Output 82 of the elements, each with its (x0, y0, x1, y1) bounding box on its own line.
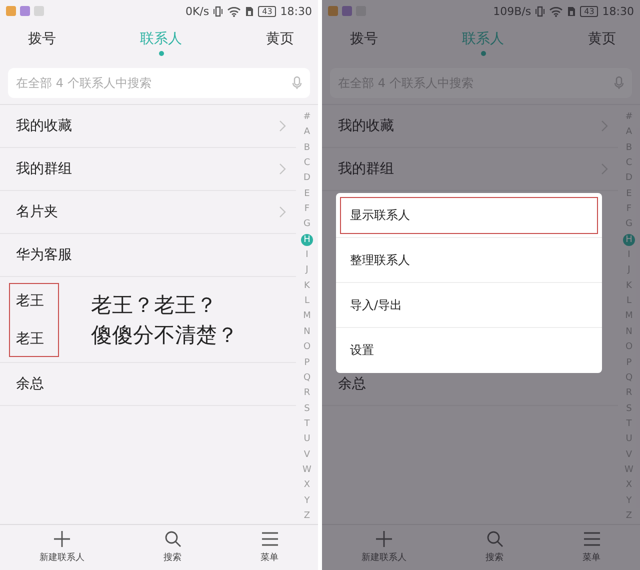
network-speed: 109B/s (493, 4, 532, 18)
index-letter[interactable]: O (301, 341, 313, 354)
index-letter[interactable]: H (623, 234, 635, 246)
tab[interactable]: 拨号 (26, 26, 58, 58)
tab[interactable]: 联系人 (138, 26, 184, 58)
toolbar-button[interactable]: 搜索 (480, 525, 510, 570)
battery-indicator: 43 (580, 6, 598, 16)
index-letter[interactable]: V (301, 448, 313, 461)
index-letter[interactable]: X (301, 479, 313, 492)
sim-card-icon (245, 6, 254, 16)
handwritten-note: 老王？老王？ (91, 292, 218, 318)
index-letter[interactable]: G (301, 218, 313, 230)
chevron-icon (601, 163, 608, 175)
menu-item[interactable]: 显示联系人 (336, 193, 602, 238)
menu-item[interactable]: 整理联系人 (336, 238, 602, 283)
index-letter[interactable]: D (301, 172, 313, 184)
index-letter[interactable]: N (301, 326, 313, 338)
index-letter[interactable]: A (301, 126, 313, 138)
search-field[interactable]: 在全部 4 个联系人中搜索 (8, 68, 310, 98)
toolbar-button[interactable]: 菜单 (254, 525, 284, 570)
contact-row[interactable]: 我的群组 (322, 148, 618, 191)
contact-row[interactable]: 华为客服 (0, 234, 296, 277)
toolbar-button[interactable]: 新建联系人 (34, 525, 90, 570)
contact-row[interactable]: 名片夹 (0, 191, 296, 234)
tab[interactable]: 黄页 (264, 26, 296, 58)
index-letter[interactable]: S (301, 402, 313, 415)
microphone-icon[interactable] (614, 76, 624, 90)
index-letter[interactable]: E (301, 188, 313, 200)
index-letter[interactable]: L (301, 295, 313, 308)
index-letter[interactable]: T (301, 418, 313, 430)
menu-icon (582, 530, 600, 548)
menu-item[interactable]: 导入/导出 (336, 283, 602, 328)
index-letter[interactable]: B (301, 142, 313, 154)
chevron-icon (279, 120, 286, 132)
index-letter[interactable]: K (301, 280, 313, 292)
index-letter[interactable]: Z (301, 510, 313, 522)
menu-icon (260, 530, 278, 548)
microphone-icon[interactable] (292, 76, 302, 90)
plus-icon (375, 530, 393, 548)
search-icon (486, 530, 504, 548)
contact-row[interactable]: 余总 (322, 363, 618, 406)
vibrate-icon (213, 6, 224, 16)
battery-indicator: 43 (258, 6, 276, 16)
wifi-icon (227, 6, 242, 16)
index-letter[interactable]: R (301, 387, 313, 400)
index-letter[interactable]: Q (301, 372, 313, 384)
index-letter[interactable]: I (301, 249, 313, 262)
vibrate-icon (535, 6, 546, 16)
wifi-icon (549, 6, 564, 16)
handwritten-note: 傻傻分不清楚？ (91, 322, 238, 348)
chevron-icon (601, 120, 608, 132)
chevron-icon (279, 206, 286, 218)
toolbar-button[interactable]: 菜单 (576, 525, 606, 570)
index-letter[interactable]: Y (301, 494, 313, 507)
index-letter[interactable]: C (301, 157, 313, 170)
tab[interactable]: 黄页 (586, 26, 618, 58)
index-letter[interactable]: # (301, 111, 313, 123)
index-letter[interactable]: P (301, 356, 313, 368)
clock: 18:30 (602, 4, 634, 18)
index-letter[interactable]: W (301, 464, 313, 476)
index-letter[interactable]: J (301, 264, 313, 276)
index-letter[interactable]: H (301, 234, 313, 246)
search-icon (164, 530, 182, 548)
tab[interactable]: 拨号 (348, 26, 380, 58)
plus-icon (53, 530, 71, 548)
contact-name[interactable]: 老王 (16, 330, 58, 348)
toolbar-button[interactable]: 新建联系人 (356, 525, 412, 570)
index-letter[interactable]: # (623, 111, 635, 123)
chevron-icon (279, 163, 286, 175)
contact-row[interactable]: 我的收藏 (322, 105, 618, 148)
clock: 18:30 (280, 4, 312, 18)
sim-card-icon (567, 6, 576, 16)
contact-row[interactable]: 我的群组 (0, 148, 296, 191)
index-letter[interactable]: F (301, 203, 313, 216)
tab[interactable]: 联系人 (460, 26, 506, 58)
contact-row[interactable]: 我的收藏 (0, 105, 296, 148)
toolbar-button[interactable]: 搜索 (158, 525, 188, 570)
contact-name[interactable]: 老王 (16, 292, 58, 310)
index-letter[interactable]: U (301, 433, 313, 446)
contact-row[interactable]: 余总 (0, 363, 296, 406)
index-letter[interactable]: M (301, 310, 313, 322)
network-speed: 0K/s (185, 4, 210, 18)
